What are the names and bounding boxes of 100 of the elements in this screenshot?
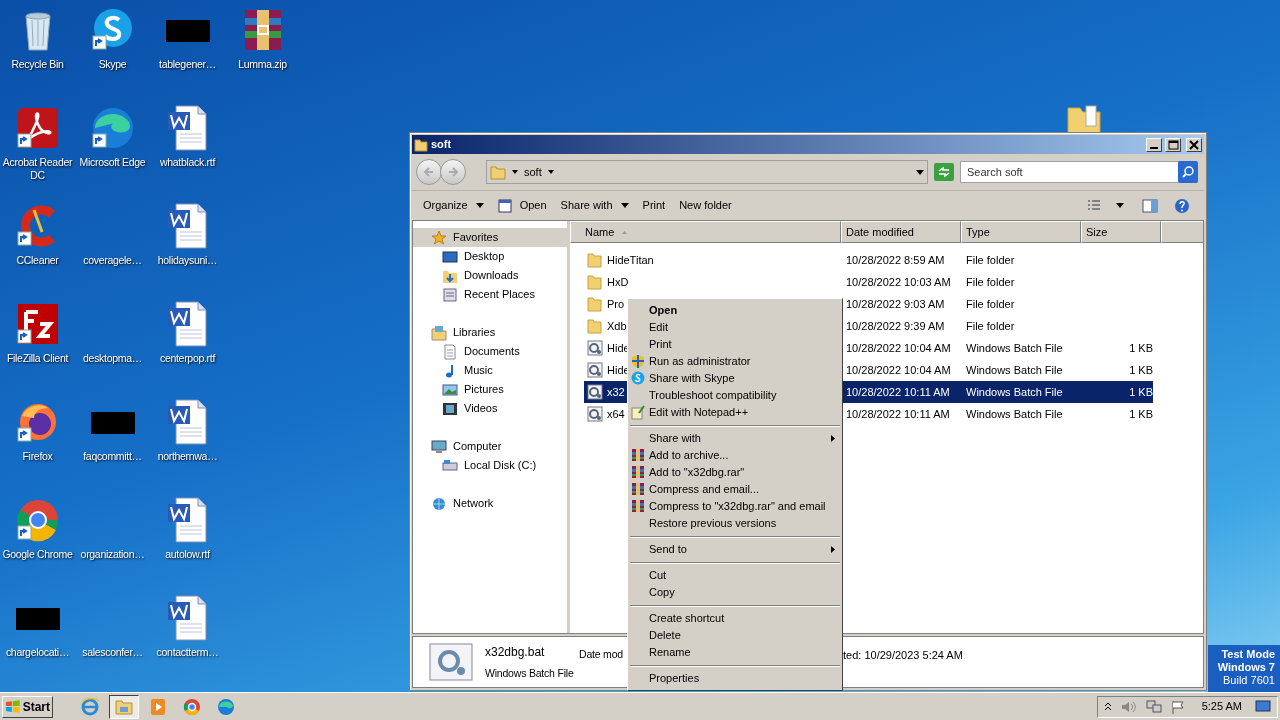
- dropdown-caret-icon[interactable]: [916, 169, 924, 175]
- minimize-button[interactable]: [1146, 137, 1162, 152]
- column-header[interactable]: Name: [570, 221, 841, 243]
- windows-logo-icon: [5, 698, 21, 715]
- desktop-icon-label[interactable]: autolow.rtf: [151, 548, 224, 561]
- menu-item[interactable]: Share with Skype: [628, 370, 842, 387]
- archive-icon: [631, 465, 645, 480]
- desktop-icon-label[interactable]: northernwa…: [151, 450, 224, 463]
- column-header[interactable]: Type: [961, 221, 1081, 243]
- menu-item[interactable]: Compress to "x32dbg.rar" and email: [628, 498, 842, 515]
- desktop-icon-label[interactable]: contactterm…: [151, 646, 224, 659]
- start-button[interactable]: Start: [2, 695, 53, 718]
- nav-item[interactable]: Recent Places: [413, 285, 567, 304]
- menu-item[interactable]: Troubleshoot compatibility: [628, 387, 842, 404]
- network-icon[interactable]: [1145, 699, 1162, 714]
- help-icon[interactable]: [1174, 197, 1190, 214]
- type-cell-text: Windows Batch File: [965, 340, 1064, 356]
- toolbar-button[interactable]: Open: [492, 193, 552, 218]
- file-name-cell[interactable]: x32: [584, 381, 627, 403]
- caret-icon[interactable]: [1116, 203, 1124, 208]
- file-name-cell[interactable]: HideTitan: [584, 249, 656, 271]
- toolbar-button[interactable]: Organize: [418, 193, 489, 218]
- nav-item[interactable]: Libraries: [413, 323, 567, 342]
- maximize-button[interactable]: [1165, 137, 1181, 152]
- breadcrumb-item[interactable]: soft: [524, 163, 542, 181]
- file-name-cell[interactable]: HxD: [584, 271, 631, 293]
- type-cell-text: Windows Batch File: [965, 362, 1064, 378]
- gear-file-icon: [587, 406, 603, 422]
- refresh-icon: [937, 166, 951, 178]
- toolbar-button[interactable]: Print: [637, 193, 671, 218]
- menu-item[interactable]: Properties: [628, 670, 842, 687]
- refresh-button[interactable]: [934, 163, 954, 181]
- menu-item[interactable]: Rename: [628, 644, 842, 661]
- nav-item[interactable]: Computer: [413, 437, 567, 456]
- menu-item[interactable]: Add to archive...: [628, 447, 842, 464]
- file-name-cell[interactable]: x64: [584, 403, 627, 425]
- nav-item[interactable]: Pictures: [413, 380, 567, 399]
- toolbar-button[interactable]: New folder: [674, 193, 737, 218]
- browser-icon: [182, 696, 202, 717]
- nav-item[interactable]: Local Disk (C:): [413, 456, 567, 475]
- desktop-icon-label[interactable]: organization…: [76, 548, 149, 561]
- desktop-icon-label[interactable]: Recycle Bin: [1, 58, 74, 71]
- nav-item[interactable]: Videos: [413, 399, 567, 418]
- clock[interactable]: 5:25 AM: [1201, 698, 1242, 715]
- desktop-icon-label[interactable]: coveragele…: [76, 254, 149, 267]
- menu-item[interactable]: Restore previous versions: [628, 515, 842, 532]
- column-header[interactable]: Size: [1081, 221, 1161, 243]
- menu-item[interactable]: Print: [628, 336, 842, 353]
- desktop-icon-label[interactable]: Acrobat Reader DC: [1, 156, 74, 182]
- desktop-icon-label[interactable]: tablegener…: [151, 58, 224, 71]
- taskbar-button[interactable]: [109, 694, 139, 719]
- nav-item[interactable]: Network: [413, 494, 567, 513]
- desktop-icon-label[interactable]: FileZilla Client: [1, 352, 74, 365]
- preview-pane-icon[interactable]: [1142, 198, 1158, 213]
- gear-file-icon: [587, 340, 603, 356]
- chevron-up-icon[interactable]: [1103, 701, 1112, 712]
- recent-places-icon: [442, 286, 458, 303]
- nav-item[interactable]: Desktop: [413, 247, 567, 266]
- nav-item[interactable]: Documents: [413, 342, 567, 361]
- address-bar[interactable]: soft: [486, 160, 928, 184]
- menu-item[interactable]: Edit: [628, 319, 842, 336]
- desktop-icon-label[interactable]: centerpop.rtf: [151, 352, 224, 365]
- menu-item[interactable]: Share with: [628, 430, 842, 447]
- show-desktop-icon[interactable]: [1255, 699, 1271, 714]
- desktop-icon-label[interactable]: holidaysuni…: [151, 254, 224, 267]
- view-options-icon[interactable]: [1086, 198, 1102, 213]
- toolbar-button[interactable]: Share with: [555, 193, 634, 218]
- desktop-icon-label[interactable]: salesconfer…: [76, 646, 149, 659]
- search-field[interactable]: Search soft: [960, 161, 1180, 183]
- menu-item[interactable]: Compress and email...: [628, 481, 842, 498]
- desktop-icon-label[interactable]: chargelocati…: [1, 646, 74, 659]
- close-button[interactable]: [1186, 137, 1202, 152]
- menu-item[interactable]: Send to: [628, 541, 842, 558]
- menu-item[interactable]: Copy: [628, 584, 842, 601]
- menu-item[interactable]: Edit with Notepad++: [628, 404, 842, 421]
- search-button[interactable]: [1178, 161, 1198, 183]
- desktop-icon-label[interactable]: Microsoft Edge: [76, 156, 149, 169]
- desktop-icon-label[interactable]: whatblack.rtf: [151, 156, 224, 169]
- menu-item[interactable]: Cut: [628, 567, 842, 584]
- file-name-cell[interactable]: Xdb: [584, 315, 629, 337]
- menu-item[interactable]: Run as administrator: [628, 353, 842, 370]
- menu-item[interactable]: Delete: [628, 627, 842, 644]
- type-cell-text: Windows Batch File: [965, 406, 1064, 422]
- desktop-icon-label[interactable]: desktopma…: [76, 352, 149, 365]
- menu-item[interactable]: Create shortcut: [628, 610, 842, 627]
- desktop-icon-label[interactable]: Lumma.zip: [226, 58, 299, 71]
- nav-item[interactable]: Music: [413, 361, 567, 380]
- column-header[interactable]: Date modified: [841, 221, 961, 243]
- menu-item[interactable]: Add to "x32dbg.rar": [628, 464, 842, 481]
- desktop-icon-label[interactable]: Firefox: [1, 450, 74, 463]
- nav-item[interactable]: Downloads: [413, 266, 567, 285]
- flag-icon[interactable]: [1170, 699, 1185, 714]
- file-name-cell[interactable]: Pro: [584, 293, 627, 315]
- desktop-icon-label[interactable]: CCleaner: [1, 254, 74, 267]
- nav-item[interactable]: Favorites: [413, 228, 567, 247]
- type-cell-text: File folder: [965, 274, 1016, 290]
- desktop-icon-label[interactable]: Google Chrome: [1, 548, 74, 561]
- menu-item[interactable]: Open: [628, 302, 842, 319]
- desktop-icon-label[interactable]: faqcommitt…: [76, 450, 149, 463]
- desktop-icon-label[interactable]: Skype: [76, 58, 149, 71]
